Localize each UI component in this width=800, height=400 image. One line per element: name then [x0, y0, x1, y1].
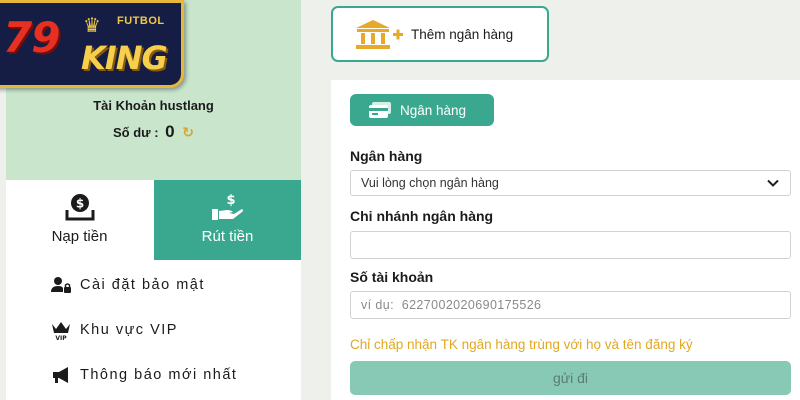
bank-name-notice: Chỉ chấp nhận TK ngân hàng trùng với họ …: [350, 337, 693, 352]
account-menu: Cài đặt bảo mật VIP Khu vực VIP Thông bá…: [6, 262, 301, 397]
add-bank-button[interactable]: Thêm ngân hàng: [331, 6, 549, 62]
site-logo[interactable]: 79 ♛ FUTBOL KING: [0, 0, 184, 88]
bank-select-value: Vui lòng chọn ngân hàng: [361, 176, 499, 190]
account-name: Tài Khoản hustlang: [93, 98, 214, 113]
menu-item-security-label: Cài đặt bảo mật: [80, 276, 205, 293]
bank-plus-icon: [356, 20, 403, 49]
refresh-icon[interactable]: ↻: [182, 124, 194, 140]
svg-text:$: $: [75, 197, 83, 211]
branch-field-label: Chi nhánh ngân hàng: [350, 208, 494, 224]
bank-form-card: Ngân hàng Ngân hàng Vui lòng chọn ngân h…: [331, 80, 800, 400]
megaphone-icon: [53, 366, 68, 383]
balance-value: 0: [165, 122, 175, 141]
submit-button[interactable]: gửi đi: [350, 361, 791, 395]
hand-dollar-icon: $: [211, 193, 243, 220]
add-bank-label: Thêm ngân hàng: [411, 26, 514, 42]
tab-deposit-label: Nạp tiền: [51, 228, 108, 245]
money-bag-icon: $: [65, 194, 94, 221]
menu-item-notifications[interactable]: Thông báo mới nhất: [6, 352, 301, 397]
logo-futbol: FUTBOL: [117, 15, 165, 27]
menu-item-vip[interactable]: VIP Khu vực VIP: [6, 307, 301, 352]
logo-number: 79: [3, 13, 60, 62]
tab-bank[interactable]: Ngân hàng: [350, 94, 494, 126]
balance-row: Số dư : 0 ↻: [6, 122, 301, 142]
svg-text:VIP: VIP: [55, 335, 67, 341]
user-lock-icon: [51, 276, 71, 293]
logo-crown-icon: ♛: [83, 15, 101, 37]
logo-king: KING: [81, 39, 168, 77]
tab-withdraw[interactable]: $ Rút tiền: [154, 180, 301, 260]
account-number-field-label: Số tài khoản: [350, 269, 434, 285]
bank-field-label: Ngân hàng: [350, 148, 423, 164]
branch-input[interactable]: [350, 231, 791, 259]
vip-crown-icon: VIP: [52, 321, 70, 341]
tab-deposit[interactable]: $ Nạp tiền: [6, 180, 153, 260]
tab-bank-label: Ngân hàng: [400, 102, 467, 118]
tab-withdraw-label: Rút tiền: [201, 228, 254, 245]
menu-item-vip-label: Khu vực VIP: [80, 321, 178, 338]
bank-card-icon: [369, 102, 391, 118]
menu-item-security[interactable]: Cài đặt bảo mật: [6, 262, 301, 307]
balance-label: Số dư :: [113, 125, 159, 140]
menu-item-notifications-label: Thông báo mới nhất: [80, 366, 238, 383]
chevron-down-icon: [767, 179, 779, 187]
bank-select[interactable]: Vui lòng chọn ngân hàng: [350, 170, 791, 196]
account-number-input[interactable]: [350, 291, 791, 319]
svg-text:$: $: [226, 193, 235, 208]
